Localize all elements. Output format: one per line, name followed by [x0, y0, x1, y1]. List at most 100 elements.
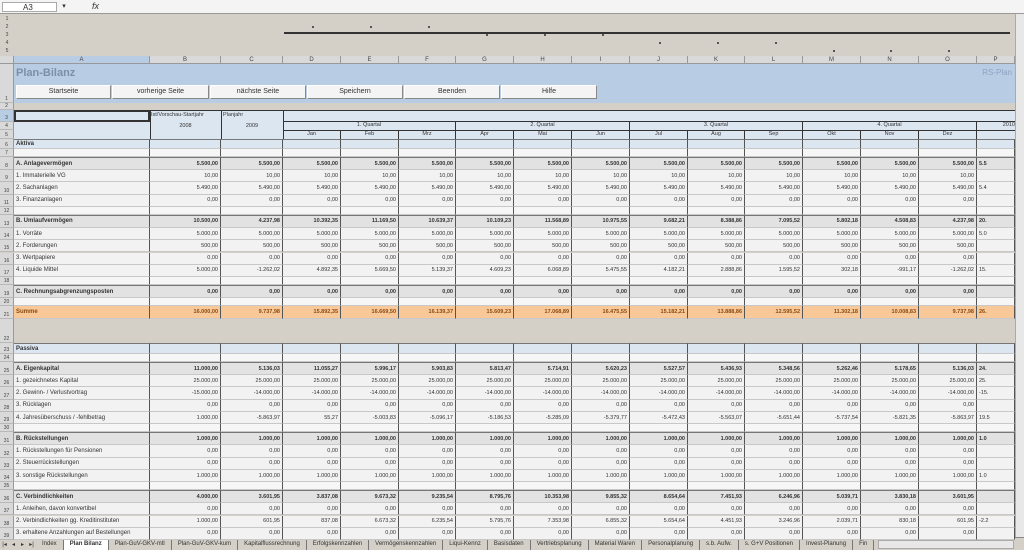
column-header-N[interactable]: N — [861, 56, 919, 64]
value-cell[interactable]: -14.000,00 — [630, 387, 688, 400]
value-cell[interactable]: 8.388,86 — [688, 214, 745, 228]
value-cell[interactable]: 0,00 — [150, 194, 221, 207]
cell[interactable] — [861, 354, 919, 363]
value-cell[interactable]: 0,00 — [630, 285, 688, 299]
cell[interactable] — [861, 277, 919, 286]
value-cell[interactable]: 0,00 — [456, 399, 514, 412]
value-cell[interactable]: 0,00 — [745, 399, 803, 412]
value-cell[interactable]: -14.000,00 — [283, 387, 341, 400]
cell[interactable] — [745, 206, 803, 215]
value-cell[interactable]: 0,00 — [688, 399, 745, 412]
value-cell[interactable]: 500,00 — [630, 240, 688, 253]
value-cell[interactable]: 1.000,00 — [456, 432, 514, 446]
value-cell[interactable]: 0,00 — [283, 445, 341, 458]
value-cell[interactable]: 11.055,27 — [283, 362, 341, 376]
cell[interactable] — [977, 399, 1015, 412]
cell[interactable] — [399, 277, 456, 286]
value-cell[interactable]: 11.568,89 — [514, 214, 572, 228]
cell[interactable] — [630, 277, 688, 286]
value-cell[interactable]: 500,00 — [456, 240, 514, 253]
value-cell[interactable]: 500,00 — [399, 240, 456, 253]
cell[interactable] — [977, 194, 1015, 207]
value-cell[interactable]: -991,17 — [861, 264, 919, 278]
value-cell[interactable]: 9.235,54 — [399, 490, 456, 504]
value-cell[interactable]: -5.863,97 — [221, 412, 283, 425]
cell[interactable] — [745, 139, 803, 149]
value-cell[interactable]: 0,00 — [919, 527, 977, 541]
value-cell[interactable]: 0,00 — [688, 445, 745, 458]
cell[interactable] — [803, 424, 861, 433]
value-cell[interactable]: 500,00 — [803, 240, 861, 253]
value-cell[interactable]: 6.855,32 — [572, 515, 630, 528]
cell[interactable] — [630, 482, 688, 491]
value-cell[interactable]: 4.609,23 — [456, 264, 514, 278]
row-label[interactable]: 2. Steuerrückstellungen — [14, 457, 150, 470]
value-cell[interactable]: -5.096,17 — [399, 412, 456, 425]
value-cell[interactable]: 601,95 — [221, 515, 283, 528]
value-cell[interactable]: 1.000,00 — [688, 432, 745, 446]
value-cell[interactable]: 5.000,00 — [341, 227, 399, 241]
value-cell[interactable]: 1.000,00 — [399, 432, 456, 446]
value-cell[interactable]: 1.000,00 — [150, 469, 221, 483]
value-cell[interactable]: 500,00 — [283, 240, 341, 253]
cell[interactable] — [688, 139, 745, 149]
cell[interactable] — [399, 343, 456, 355]
cell[interactable] — [456, 482, 514, 491]
value-cell[interactable]: 5.654,64 — [630, 515, 688, 528]
value-cell[interactable]: 1.000,00 — [630, 432, 688, 446]
cell[interactable] — [803, 298, 861, 307]
cell[interactable] — [630, 424, 688, 433]
cell[interactable] — [283, 298, 341, 307]
outline-level-button[interactable]: 4 — [2, 40, 12, 46]
cell[interactable] — [399, 206, 456, 215]
value-cell[interactable]: 0,00 — [221, 445, 283, 458]
value-cell[interactable]: 1.000,00 — [745, 432, 803, 446]
value-cell[interactable]: -5.003,83 — [341, 412, 399, 425]
cell[interactable] — [399, 424, 456, 433]
value-cell[interactable]: 0,00 — [630, 457, 688, 470]
value-cell[interactable]: 10,00 — [341, 170, 399, 183]
value-cell[interactable]: 3.837,08 — [283, 490, 341, 504]
value-cell[interactable]: 10,00 — [283, 170, 341, 183]
value-cell[interactable]: 5.000,00 — [514, 227, 572, 241]
value-cell[interactable]: 7.353,98 — [514, 515, 572, 528]
value-cell[interactable]: 0,00 — [919, 194, 977, 207]
cell[interactable] — [456, 206, 514, 215]
vertical-scrollbar[interactable] — [1015, 14, 1024, 537]
outline-level-button[interactable]: 1 — [2, 16, 12, 22]
cell[interactable] — [150, 206, 221, 215]
cell[interactable] — [861, 206, 919, 215]
value-cell[interactable]: 1.000,00 — [150, 432, 221, 446]
value-cell[interactable]: 7.095,52 — [745, 214, 803, 228]
row-label[interactable]: B. Rückstellungen — [14, 432, 150, 446]
chevron-down-icon[interactable]: ▾ — [58, 2, 70, 12]
value-cell[interactable]: 10.353,98 — [514, 490, 572, 504]
cell[interactable] — [572, 298, 630, 307]
value-cell[interactable]: 5.490,00 — [341, 182, 399, 195]
value-cell[interactable]: 1.000,00 — [514, 432, 572, 446]
value-cell[interactable]: 25.000,00 — [514, 375, 572, 388]
value-cell[interactable]: 0,00 — [572, 285, 630, 299]
value-cell[interactable]: 10,00 — [399, 170, 456, 183]
cell[interactable] — [688, 149, 745, 157]
value-cell[interactable]: 0,00 — [456, 527, 514, 541]
value-cell[interactable]: 500,00 — [745, 240, 803, 253]
value-cell[interactable]: 5.136,03 — [919, 362, 977, 376]
cell[interactable] — [221, 139, 283, 149]
value-cell[interactable]: 0,00 — [399, 457, 456, 470]
value-cell[interactable]: -14.000,00 — [341, 387, 399, 400]
value-cell[interactable]: 0,00 — [803, 399, 861, 412]
value-cell[interactable]: 10,00 — [150, 170, 221, 183]
cell[interactable] — [919, 206, 977, 215]
value-cell[interactable]: 1.000,00 — [283, 469, 341, 483]
cell[interactable] — [341, 206, 399, 215]
row-label[interactable]: 1. Immaterielle VG — [14, 170, 150, 183]
value-cell[interactable]: -5.863,97 — [919, 412, 977, 425]
value-cell[interactable]: 4.182,21 — [630, 264, 688, 278]
cell[interactable] — [745, 482, 803, 491]
value-cell[interactable]: 0,00 — [150, 527, 221, 541]
cell[interactable] — [514, 139, 572, 149]
cell[interactable] — [861, 149, 919, 157]
row-header[interactable]: 36 — [0, 490, 14, 504]
cell[interactable] — [919, 277, 977, 286]
